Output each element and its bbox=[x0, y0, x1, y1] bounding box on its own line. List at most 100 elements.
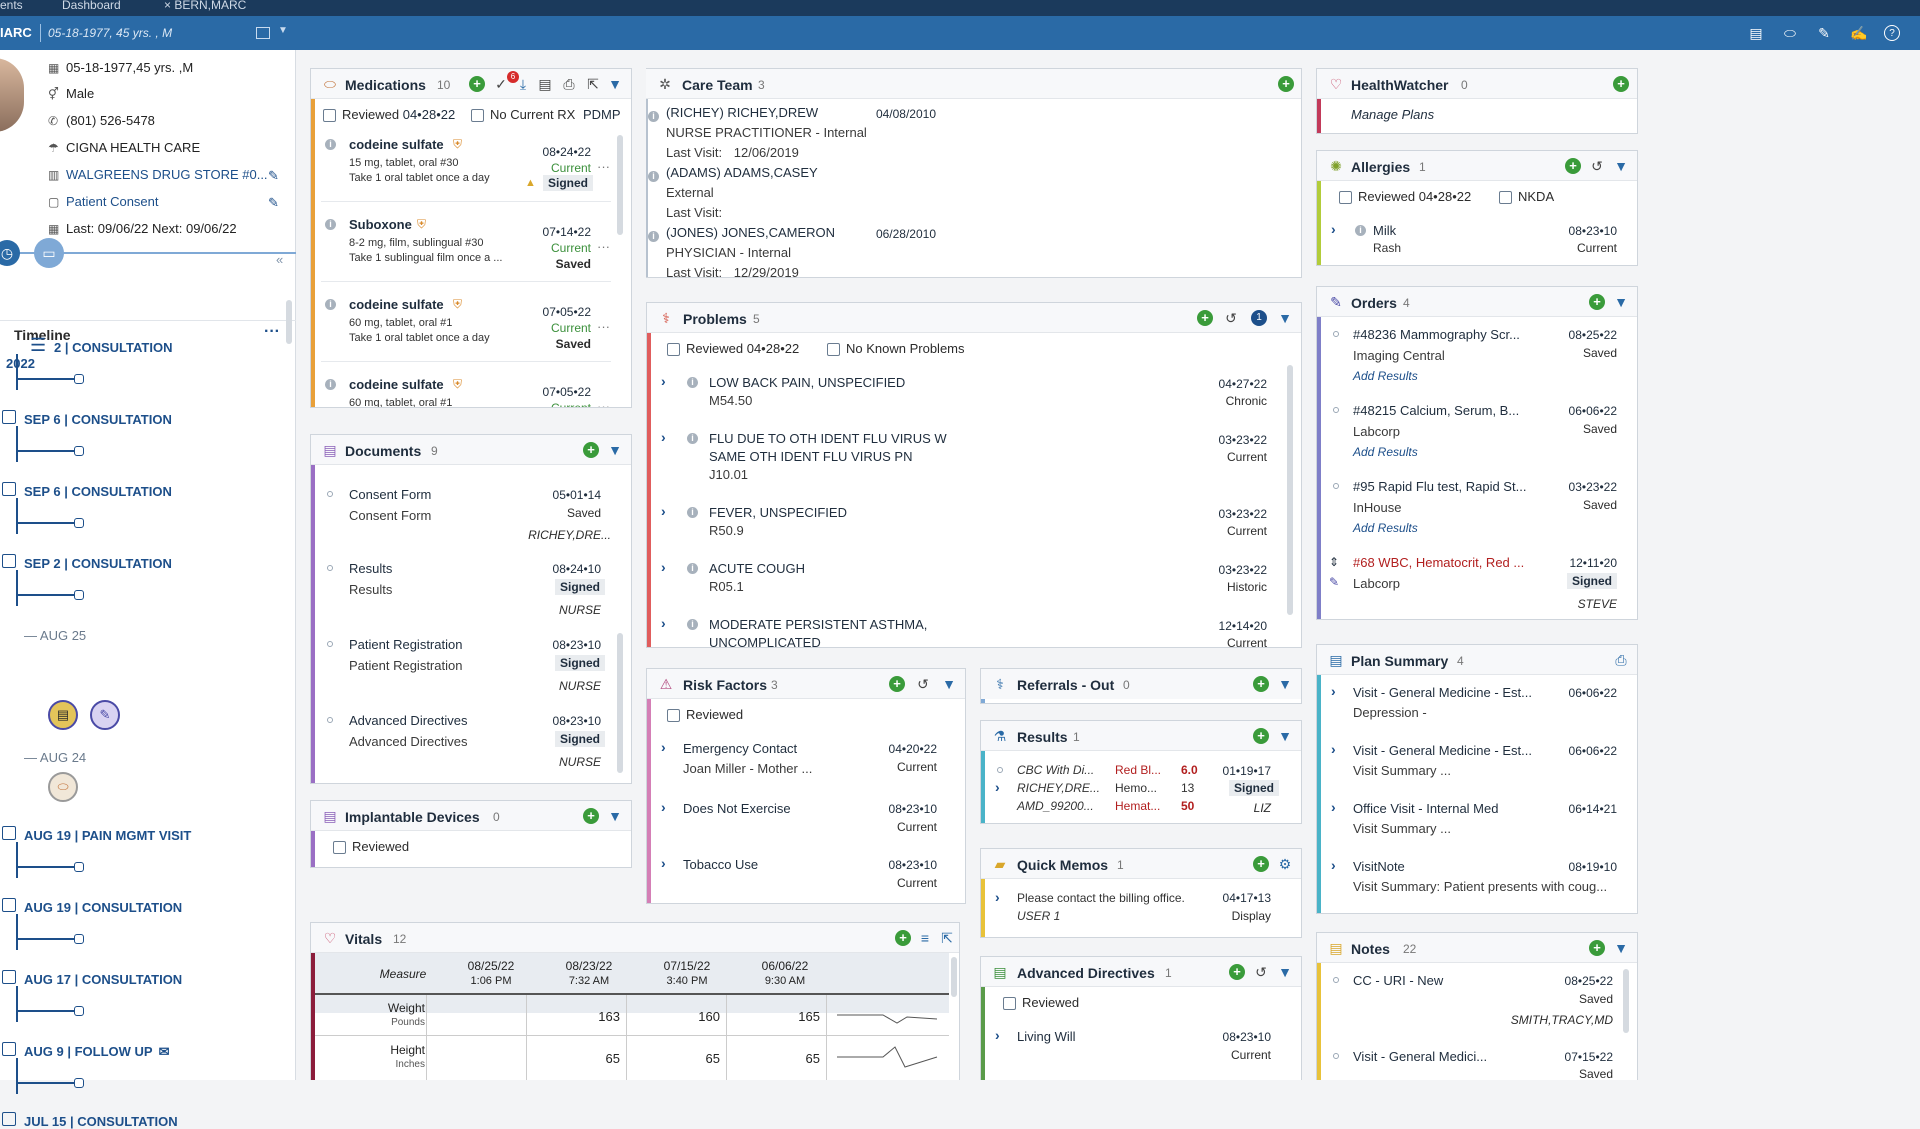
add-button[interactable]: + bbox=[469, 76, 485, 92]
scrollbar[interactable] bbox=[617, 633, 623, 773]
attachment-icon[interactable] bbox=[74, 518, 84, 528]
collapse-icon[interactable]: « bbox=[276, 252, 283, 267]
member-name[interactable]: (JONES) JONES,CAMERON bbox=[666, 225, 835, 240]
timeline-item[interactable]: AUG 17 | CONSULTATION bbox=[24, 972, 182, 987]
add-results-link[interactable]: Add Results bbox=[1353, 521, 1418, 535]
problem-badge[interactable]: 1 bbox=[1251, 310, 1267, 326]
edit-pharmacy-icon[interactable]: ✎ bbox=[268, 168, 279, 184]
tab-patients[interactable]: ents bbox=[0, 0, 23, 16]
expand-chevron-icon[interactable]: › bbox=[1331, 683, 1336, 699]
print-icon[interactable]: ⎙ bbox=[561, 76, 577, 92]
timeline-item[interactable]: SEP 6 | CONSULTATION bbox=[24, 412, 172, 427]
more-icon[interactable]: ··· bbox=[597, 159, 610, 174]
filter-icon[interactable]: ▼ bbox=[1613, 294, 1629, 310]
pen-icon[interactable]: ✎ bbox=[1329, 575, 1339, 589]
timeline-item[interactable]: SEP 2 | CONSULTATION bbox=[24, 556, 172, 571]
info-icon[interactable]: i bbox=[687, 507, 698, 518]
filter-icon[interactable]: ▼ bbox=[607, 442, 623, 458]
timeline-item[interactable]: JUL 15 | CONSULTATION bbox=[24, 1114, 178, 1129]
info-icon[interactable]: i bbox=[325, 379, 336, 390]
scrollbar[interactable] bbox=[1623, 969, 1629, 1033]
more-icon[interactable]: ··· bbox=[264, 323, 280, 341]
export-icon[interactable]: ⇱ bbox=[585, 76, 601, 92]
list-icon[interactable]: ☰ bbox=[30, 335, 46, 356]
tab-dashboard[interactable]: Dashboard bbox=[62, 0, 121, 16]
problem-name[interactable]: LOW BACK PAIN, UNSPECIFIED bbox=[709, 375, 905, 390]
add-results-link[interactable]: Add Results bbox=[1353, 445, 1418, 459]
reviewed-checkbox[interactable] bbox=[1339, 191, 1352, 205]
info-icon[interactable]: i bbox=[648, 111, 659, 122]
note-name[interactable]: CC - URI - New bbox=[1353, 973, 1443, 988]
member-name[interactable]: (RICHEY) RICHEY,DREW bbox=[666, 105, 818, 120]
timeline-item[interactable]: SEP 6 | CONSULTATION bbox=[24, 484, 172, 499]
risk-name[interactable]: Does Not Exercise bbox=[683, 801, 791, 816]
expand-chevron-icon[interactable]: › bbox=[661, 503, 666, 519]
expand-chevron-icon[interactable]: › bbox=[661, 559, 666, 575]
nkda-checkbox[interactable] bbox=[1499, 191, 1512, 205]
problem-name[interactable]: MODERATE PERSISTENT ASTHMA, bbox=[709, 617, 927, 632]
add-button[interactable]: + bbox=[1565, 158, 1581, 174]
add-button[interactable]: + bbox=[1229, 964, 1245, 980]
timeline-item[interactable]: AUG 19 | PAIN MGMT VISIT bbox=[24, 828, 191, 843]
filter-icon[interactable]: ▼ bbox=[1277, 676, 1293, 692]
timeline-item[interactable]: AUG 9 | FOLLOW UP ✉ bbox=[24, 1044, 169, 1060]
problem-name[interactable]: FEVER, UNSPECIFIED bbox=[709, 505, 847, 520]
expand-chevron-icon[interactable]: › bbox=[1331, 799, 1336, 815]
no-known-problems-checkbox[interactable] bbox=[827, 343, 840, 357]
filter-icon[interactable]: ▼ bbox=[1277, 728, 1293, 744]
attachment-icon[interactable] bbox=[74, 1006, 84, 1016]
plan-name[interactable]: Office Visit - Internal Med bbox=[1353, 801, 1498, 816]
clock-icon[interactable]: ◷ bbox=[0, 240, 20, 266]
expand-chevron-icon[interactable]: › bbox=[661, 615, 666, 631]
info-icon[interactable]: i bbox=[687, 619, 698, 630]
expand-chevron-icon[interactable]: › bbox=[1331, 857, 1336, 873]
problem-name[interactable]: ACUTE COUGH bbox=[709, 561, 805, 576]
info-icon[interactable]: i bbox=[687, 433, 698, 444]
filter-icon[interactable]: ▼ bbox=[941, 676, 957, 692]
folder-icon[interactable]: ▭ bbox=[34, 238, 64, 268]
history-icon[interactable]: ↺ bbox=[1223, 310, 1239, 326]
plan-name[interactable]: VisitNote bbox=[1353, 859, 1405, 874]
add-results-link[interactable]: Add Results bbox=[1353, 369, 1418, 383]
allergen-name[interactable]: Milk bbox=[1373, 223, 1396, 238]
demo-consent[interactable]: ▢ Patient Consent bbox=[48, 192, 159, 212]
col-date[interactable]: 07/15/22 bbox=[637, 959, 737, 973]
scrollbar[interactable] bbox=[617, 135, 623, 235]
scrollbar[interactable] bbox=[286, 300, 292, 344]
timeline-item[interactable]: 2 | CONSULTATION bbox=[54, 340, 172, 355]
add-button[interactable]: + bbox=[889, 676, 905, 692]
gear-icon[interactable]: ⚙ bbox=[1277, 856, 1293, 872]
info-icon[interactable]: i bbox=[325, 219, 336, 230]
memo-text[interactable]: Please contact the billing office. bbox=[1017, 891, 1185, 905]
pen-icon[interactable]: ✎ bbox=[90, 700, 120, 730]
order-name[interactable]: #68 WBC, Hematocrit, Red ... bbox=[1353, 555, 1524, 570]
sort-icon[interactable]: ⇕ bbox=[1329, 555, 1339, 569]
risk-name[interactable]: Tobacco Use bbox=[683, 857, 758, 872]
manage-plans-link[interactable]: Manage Plans bbox=[1351, 107, 1434, 122]
info-icon[interactable]: i bbox=[325, 139, 336, 150]
clipboard-icon[interactable]: ▤ bbox=[537, 76, 553, 92]
filter-icon[interactable]: ▼ bbox=[1277, 964, 1293, 980]
member-name[interactable]: (ADAMS) ADAMS,CASEY bbox=[666, 165, 818, 180]
info-icon[interactable]: i bbox=[648, 171, 659, 182]
more-icon[interactable]: ··· bbox=[597, 319, 610, 334]
problem-name[interactable]: FLU DUE TO OTH IDENT FLU VIRUS W bbox=[709, 431, 947, 446]
help-icon[interactable]: ? bbox=[1884, 25, 1900, 41]
timeline-item[interactable]: AUG 19 | CONSULTATION bbox=[24, 900, 182, 915]
pen-icon[interactable]: ✎ bbox=[1816, 25, 1832, 41]
add-button[interactable]: + bbox=[1589, 294, 1605, 310]
add-button[interactable]: + bbox=[1197, 310, 1213, 326]
col-date[interactable]: 08/25/22 bbox=[441, 959, 541, 973]
info-icon[interactable]: i bbox=[325, 299, 336, 310]
attachment-icon[interactable] bbox=[74, 446, 84, 456]
add-button[interactable]: + bbox=[1278, 76, 1294, 92]
order-name[interactable]: #48236 Mammography Scr... bbox=[1353, 327, 1520, 342]
add-button[interactable]: + bbox=[1253, 728, 1269, 744]
expand-chevron-icon[interactable]: › bbox=[1331, 741, 1336, 757]
info-icon[interactable]: i bbox=[648, 231, 659, 242]
download-icon[interactable]: ⤓ bbox=[515, 76, 531, 92]
order-name[interactable]: #95 Rapid Flu test, Rapid St... bbox=[1353, 479, 1526, 494]
clipboard-icon[interactable]: ▤ bbox=[48, 700, 78, 730]
expand-chevron-icon[interactable]: › bbox=[661, 855, 666, 871]
reviewed-checkbox[interactable] bbox=[667, 709, 680, 723]
